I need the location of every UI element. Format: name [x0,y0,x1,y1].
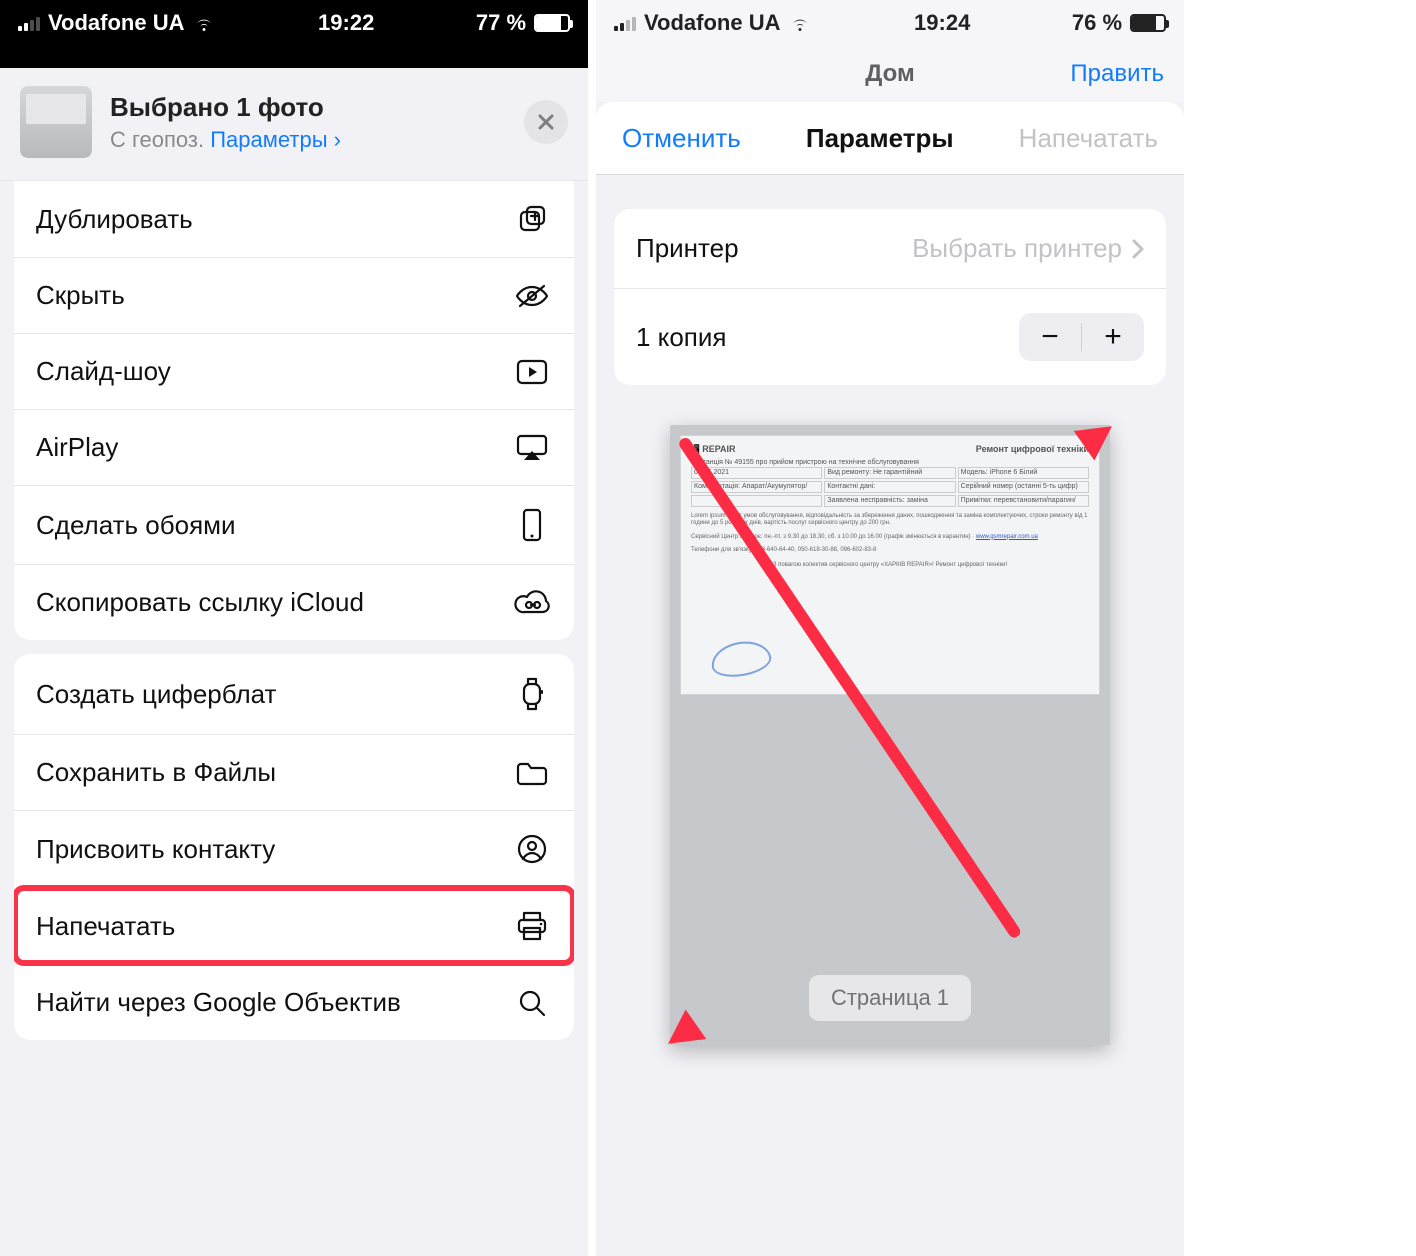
printer-label: Принтер [636,233,739,264]
action-airplay[interactable]: AirPlay [14,409,574,485]
cancel-button[interactable]: Отменить [622,123,741,154]
actions-group-2: Создать циферблат Сохранить в Файлы Присво… [14,654,574,1040]
chevron-right-icon [1132,239,1144,259]
wifi-icon [192,14,216,32]
action-label: Найти через Google Объектив [36,987,512,1018]
action-eye-off[interactable]: Скрыть [14,257,574,333]
phone-frame-icon [512,508,552,542]
status-time: 19:22 [318,10,374,36]
action-play-rect[interactable]: Слайд-шоу [14,333,574,409]
action-label: Скрыть [36,280,512,311]
action-watch[interactable]: Создать циферблат [14,654,574,734]
actions-group-1: Дублировать Скрыть Слайд-шоу AirPlay Сделать… [14,181,574,640]
status-time: 19:24 [914,10,970,36]
action-label: Создать циферблат [36,679,512,710]
action-duplicate[interactable]: Дублировать [14,181,574,257]
close-button[interactable] [524,100,568,144]
stepper-plus-button[interactable]: + [1082,313,1144,361]
eye-off-icon [512,282,552,310]
copies-label: 1 копия [636,322,727,353]
print-options-screen: Vodafone UA 19:24 76 % Дом Править Отмен… [596,0,1184,1256]
copies-row: 1 копия − + [614,288,1166,385]
cloud-link-icon [512,590,552,616]
action-label: Присвоить контакту [36,834,512,865]
battery-icon [534,14,570,32]
action-contact[interactable]: Присвоить контакту [14,810,574,887]
action-printer[interactable]: Напечатать [14,887,574,964]
play-rect-icon [512,358,552,386]
contact-icon [512,833,552,865]
sheet-title: Параметры [806,123,954,154]
stamp-icon [709,637,774,681]
action-label: Напечатать [36,911,512,942]
underlying-nav: Дом Править [596,46,1184,102]
action-label: AirPlay [36,432,512,463]
action-label: Сделать обоями [36,510,512,541]
battery-percent: 76 % [1072,10,1122,36]
selected-photo-thumbnail[interactable] [20,86,92,158]
folder-icon [512,759,552,787]
action-folder[interactable]: Сохранить в Файлы [14,734,574,810]
action-label: Слайд-шоу [36,356,512,387]
cellular-signal-icon [18,15,40,31]
options-link[interactable]: Параметры › [210,127,341,152]
printer-icon [512,910,552,942]
page-indicator: Страница 1 [809,975,971,1021]
printer-row[interactable]: Принтер Выбрать принтер [614,209,1166,288]
underlying-edit-button[interactable]: Править [1070,60,1164,88]
document-content: 📱REPAIRРемонт цифрової техніки Квитанція… [680,435,1100,695]
underlying-title: Дом [865,60,915,88]
carrier-label: Vodafone UA [48,10,184,36]
action-phone-frame[interactable]: Сделать обоями [14,485,574,564]
watch-icon [512,676,552,712]
action-label: Скопировать ссылку iCloud [36,587,512,618]
status-bar: Vodafone UA 19:24 76 % [596,0,1184,46]
cellular-signal-icon [614,15,636,31]
stepper-minus-button[interactable]: − [1019,313,1081,361]
print-settings: Принтер Выбрать принтер 1 копия − + [614,209,1166,385]
print-sheet-nav: Отменить Параметры Напечатать [596,102,1184,174]
action-label: Дублировать [36,204,512,235]
selection-subtitle: С геопоз. Параметры › [110,127,506,153]
action-search[interactable]: Найти через Google Объектив [14,964,574,1040]
print-preview[interactable]: 📱REPAIRРемонт цифрової техніки Квитанція… [670,425,1110,1045]
share-sheet-screen: Vodafone UA 19:22 77 % Выбрано 1 фото С … [0,0,588,1256]
action-cloud-link[interactable]: Скопировать ссылку iCloud [14,564,574,640]
battery-percent: 77 % [476,10,526,36]
wifi-icon [788,14,812,32]
share-sheet-header: Выбрано 1 фото С геопоз. Параметры › [0,68,588,181]
battery-icon [1130,14,1166,32]
airplay-icon [512,433,552,463]
copies-stepper: − + [1019,313,1144,361]
search-icon [512,988,552,1018]
print-button[interactable]: Напечатать [1019,123,1158,154]
status-bar: Vodafone UA 19:22 77 % [0,0,588,46]
selection-title: Выбрано 1 фото [110,92,506,123]
action-label: Сохранить в Файлы [36,757,512,788]
printer-value: Выбрать принтер [912,233,1122,264]
carrier-label: Vodafone UA [644,10,780,36]
duplicate-icon [512,203,552,235]
